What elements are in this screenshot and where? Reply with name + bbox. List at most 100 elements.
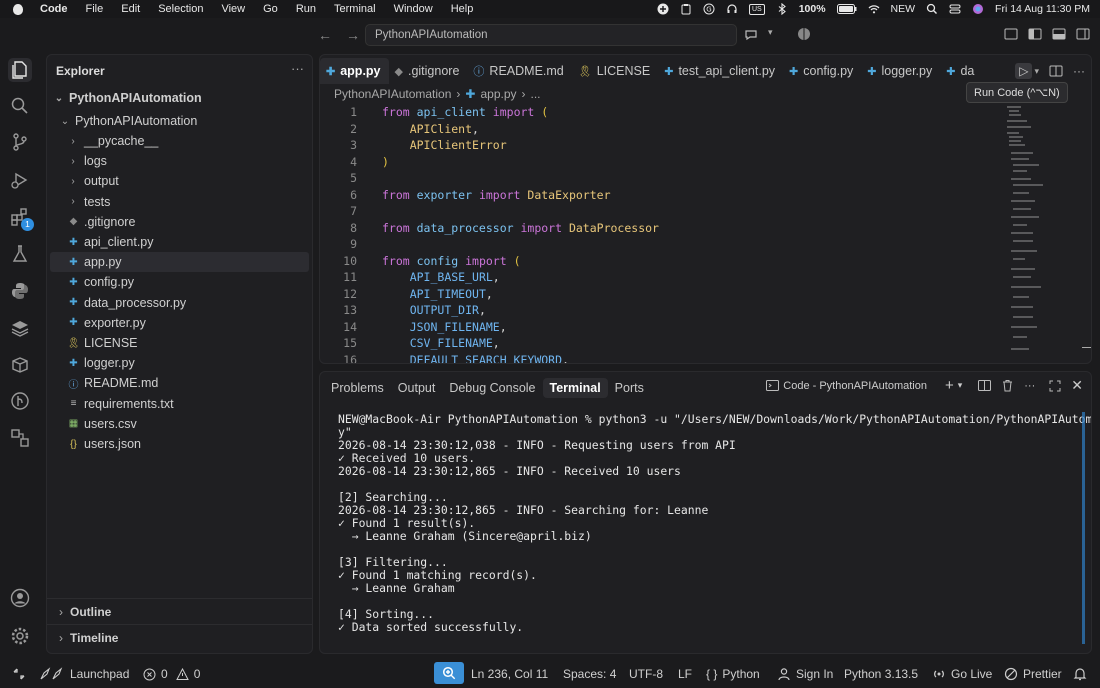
remote-indicator[interactable] xyxy=(12,660,26,688)
code-line[interactable]: 6 from exporter import DataExporter xyxy=(320,187,1010,204)
explorer-icon[interactable] xyxy=(8,58,32,82)
editor-tab[interactable]: 🎗 LICENSE xyxy=(572,58,658,84)
file-item[interactable]: ✚ data_processor.py xyxy=(50,293,309,313)
code-line[interactable]: 15 CSV_FILENAME, xyxy=(320,335,1010,352)
remote-explorer-icon[interactable] xyxy=(8,426,32,450)
code-line[interactable]: 12 API_TIMEOUT, xyxy=(320,286,1010,303)
menu-edit[interactable]: Edit xyxy=(112,3,149,15)
editor-more-actions-icon[interactable]: ··· xyxy=(1073,64,1085,78)
breadcrumb-symbol[interactable]: ... xyxy=(531,87,541,101)
extensions-icon[interactable]: 1 xyxy=(8,205,34,231)
run-code-play-icon[interactable]: ▷ xyxy=(1015,63,1033,79)
timeline-section[interactable]: › Timeline xyxy=(47,624,312,650)
file-item[interactable]: {} users.json xyxy=(50,434,309,454)
prettier-item[interactable]: Prettier xyxy=(1004,660,1062,688)
menu-app[interactable]: Code xyxy=(38,3,77,15)
breadcrumb-file[interactable]: app.py xyxy=(480,87,516,101)
settings-gear-icon[interactable] xyxy=(8,624,32,648)
container-box-icon[interactable] xyxy=(8,353,32,377)
control-center-icon[interactable] xyxy=(949,3,961,15)
editor-tab[interactable]: ✚ app.py xyxy=(320,58,389,84)
editor-tab[interactable]: ✚ config.py xyxy=(783,58,861,84)
terminal-name[interactable]: Code - PythonAPIAutomation xyxy=(783,380,927,392)
project-folder[interactable]: ⌄ PythonAPIAutomation xyxy=(59,111,318,131)
file-item[interactable]: ≡ requirements.txt xyxy=(50,394,309,414)
run-debug-icon[interactable] xyxy=(8,168,32,192)
outline-section[interactable]: › Outline xyxy=(47,598,312,624)
code-line[interactable]: 10 from config import ( xyxy=(320,253,1010,270)
editor-tab[interactable]: ✚ da xyxy=(940,58,982,84)
code-line[interactable]: 11 API_BASE_URL, xyxy=(320,269,1010,286)
folder-item[interactable]: › __pycache__ xyxy=(50,131,309,151)
code-line[interactable]: 7 xyxy=(320,203,1010,220)
wifi-icon[interactable] xyxy=(868,3,880,15)
maximize-panel-icon[interactable] xyxy=(1049,380,1061,392)
editor-tab[interactable]: ⓘ README.md xyxy=(467,58,571,84)
editor-tab[interactable]: ✚ test_api_client.py xyxy=(658,58,783,84)
toggle-primary-sidebar-icon[interactable] xyxy=(1028,27,1042,41)
code-line[interactable]: 13 OUTPUT_DIR, xyxy=(320,302,1010,319)
menu-go[interactable]: Go xyxy=(254,3,287,15)
editor-tab[interactable]: ◆ .gitignore xyxy=(389,58,468,84)
code-line[interactable]: 3 APIClientError xyxy=(320,137,1010,154)
menu-window[interactable]: Window xyxy=(385,3,442,15)
menu-terminal[interactable]: Terminal xyxy=(325,3,385,15)
file-item[interactable]: ✚ config.py xyxy=(50,272,309,292)
code-area[interactable]: 1 from api_client import (2 APIClient, 3 A… xyxy=(320,104,1010,363)
go-live-item[interactable]: Go Live xyxy=(932,660,992,688)
folder-item[interactable]: › tests xyxy=(50,192,309,212)
menubar-clock[interactable]: Fri 14 Aug 11:30 PM xyxy=(995,3,1090,15)
copilot-menu-chevron-icon[interactable]: ▾ xyxy=(768,27,773,41)
folder-item[interactable]: › output xyxy=(50,171,309,191)
terminal-profile-chevron-icon[interactable]: ▾ xyxy=(958,380,963,391)
code-line[interactable]: 2 APIClient, xyxy=(320,121,1010,138)
account-shield-icon[interactable] xyxy=(797,27,811,41)
code-line[interactable]: 16 DEFAULT_SEARCH_KEYWORD, xyxy=(320,352,1010,363)
accounts-icon[interactable] xyxy=(8,586,32,610)
file-item[interactable]: ⓘ README.md xyxy=(50,373,309,393)
language-mode[interactable]: { } Python xyxy=(706,660,760,688)
indentation[interactable]: Spaces: 4 xyxy=(563,660,616,688)
terminal-scrollbar[interactable] xyxy=(1082,412,1085,644)
notifications-bell[interactable] xyxy=(1073,660,1087,688)
file-item[interactable]: ✚ logger.py xyxy=(50,353,309,373)
folder-item[interactable]: › logs xyxy=(50,151,309,171)
end-of-line[interactable]: LF xyxy=(678,660,692,688)
panel-more-actions-icon[interactable]: ··· xyxy=(1024,380,1035,392)
file-item[interactable]: ✚ exporter.py xyxy=(50,313,309,333)
tab-output[interactable]: Output xyxy=(391,378,443,398)
file-encoding[interactable]: UTF-8 xyxy=(629,660,663,688)
toggle-secondary-sidebar-icon[interactable] xyxy=(1076,27,1090,41)
toggle-panel-icon[interactable] xyxy=(1052,27,1066,41)
headphones-icon[interactable] xyxy=(726,3,738,15)
file-item[interactable]: 🎗 LICENSE xyxy=(50,333,309,353)
editor-tab[interactable]: ✚ logger.py xyxy=(861,58,940,84)
split-terminal-icon[interactable] xyxy=(978,379,992,392)
file-item[interactable]: ▦ users.csv xyxy=(50,414,309,434)
forward-arrow-icon[interactable]: → xyxy=(346,27,360,43)
python-interpreter[interactable]: Python 3.13.5 xyxy=(844,660,918,688)
cursor-position[interactable]: Ln 236, Col 11 xyxy=(471,660,548,688)
apple-icon[interactable] xyxy=(10,3,28,15)
source-control-icon[interactable] xyxy=(8,130,32,154)
run-menu-chevron-icon[interactable]: ▾ xyxy=(1034,66,1039,77)
siri-icon[interactable] xyxy=(972,3,984,15)
file-item[interactable]: ◆ .gitignore xyxy=(50,212,309,232)
launchpad-item[interactable]: Launchpad xyxy=(39,660,129,688)
code-line[interactable]: 14 JSON_FILENAME, xyxy=(320,319,1010,336)
spotlight-search-icon[interactable] xyxy=(926,3,938,15)
problems-indicator[interactable]: 0 0 xyxy=(143,660,200,688)
plus-circle-icon[interactable] xyxy=(657,3,669,15)
testing-flask-icon[interactable] xyxy=(8,242,32,266)
code-line[interactable]: 5 xyxy=(320,170,1010,187)
zoom-search-button[interactable] xyxy=(434,662,464,684)
bluetooth-icon[interactable] xyxy=(776,3,788,15)
close-panel-icon[interactable]: ✕ xyxy=(1071,377,1083,394)
search-icon[interactable] xyxy=(8,94,32,118)
command-center-search[interactable]: PythonAPIAutomation xyxy=(365,24,737,46)
python-icon[interactable] xyxy=(8,279,32,303)
minimap[interactable] xyxy=(1005,104,1053,364)
menu-selection[interactable]: Selection xyxy=(149,3,212,15)
code-line[interactable]: 4) xyxy=(320,154,1010,171)
file-item[interactable]: ✚ api_client.py xyxy=(50,232,309,252)
